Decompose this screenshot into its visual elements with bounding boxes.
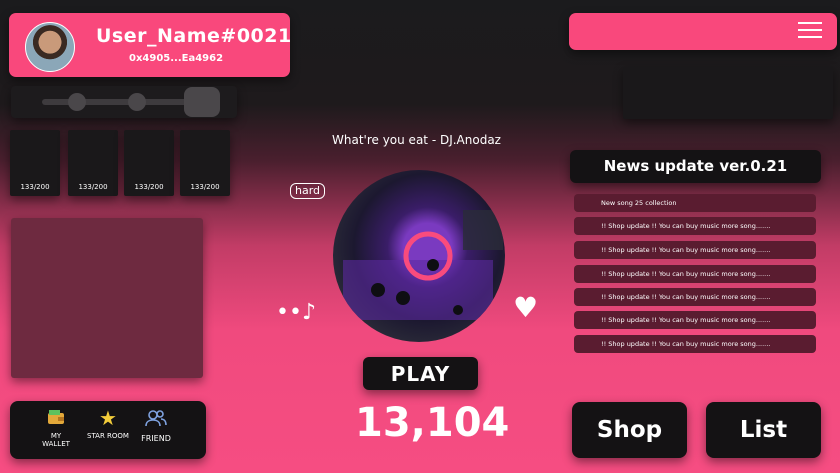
news-item[interactable]: !! Shop update !! You can buy music more… [574,335,816,353]
friend-label: FRIEND [141,434,171,443]
counter-value: 133/200 [20,183,50,191]
slider-knob[interactable] [128,93,146,111]
heart-icon[interactable]: ♥ [513,291,538,324]
counter-value: 133/200 [78,183,108,191]
counter-tile[interactable]: 133/200 [180,130,230,196]
score: 13,104 [355,400,510,446]
wallet-icon [36,404,76,432]
news-item[interactable]: New song 25 collection [574,194,816,212]
news-title: News update ver.0.21 [603,157,788,175]
song-title: What're you eat - DJ.Anodaz [332,133,501,147]
friend-button[interactable]: FRIEND [137,406,175,443]
counter-tile[interactable]: 133/200 [68,130,118,196]
header-bar [569,13,837,50]
news-item[interactable]: !! Shop update !! You can buy music more… [574,311,816,329]
counter-tile[interactable]: 133/200 [10,130,60,196]
slider-knob[interactable] [68,93,86,111]
menu-icon[interactable] [798,17,822,43]
play-button[interactable]: PLAY [363,357,478,390]
news-item[interactable]: !! Shop update !! You can buy music more… [574,288,816,306]
info-panel [623,67,833,119]
music-notes-icon: ••♪ [276,300,316,325]
album-cover [333,170,505,342]
star-icon: ★ [99,406,117,430]
counter-value: 133/200 [134,183,164,191]
username: User_Name#0021 [96,25,292,47]
star-room-button[interactable]: ★ STAR ROOM [85,404,131,440]
content-panel [11,218,203,378]
star-room-label: STAR ROOM [87,432,129,440]
list-button[interactable]: List [706,402,821,458]
shop-button[interactable]: Shop [572,402,687,458]
counter-tile[interactable]: 133/200 [124,130,174,196]
wallet-button[interactable]: MY WALLET [36,404,76,448]
news-item[interactable]: !! Shop update !! You can buy music more… [574,265,816,283]
avatar[interactable] [25,22,75,72]
wallet-address: 0x4905...Ea4962 [129,53,224,64]
slider-knob[interactable] [184,87,220,117]
news-item[interactable]: !! Shop update !! You can buy music more… [574,217,816,235]
counter-value: 133/200 [190,183,220,191]
difficulty-badge[interactable]: hard [290,183,326,199]
news-item[interactable]: !! Shop update !! You can buy music more… [574,241,816,259]
wallet-label: MY WALLET [42,432,70,448]
friends-icon [137,406,175,434]
